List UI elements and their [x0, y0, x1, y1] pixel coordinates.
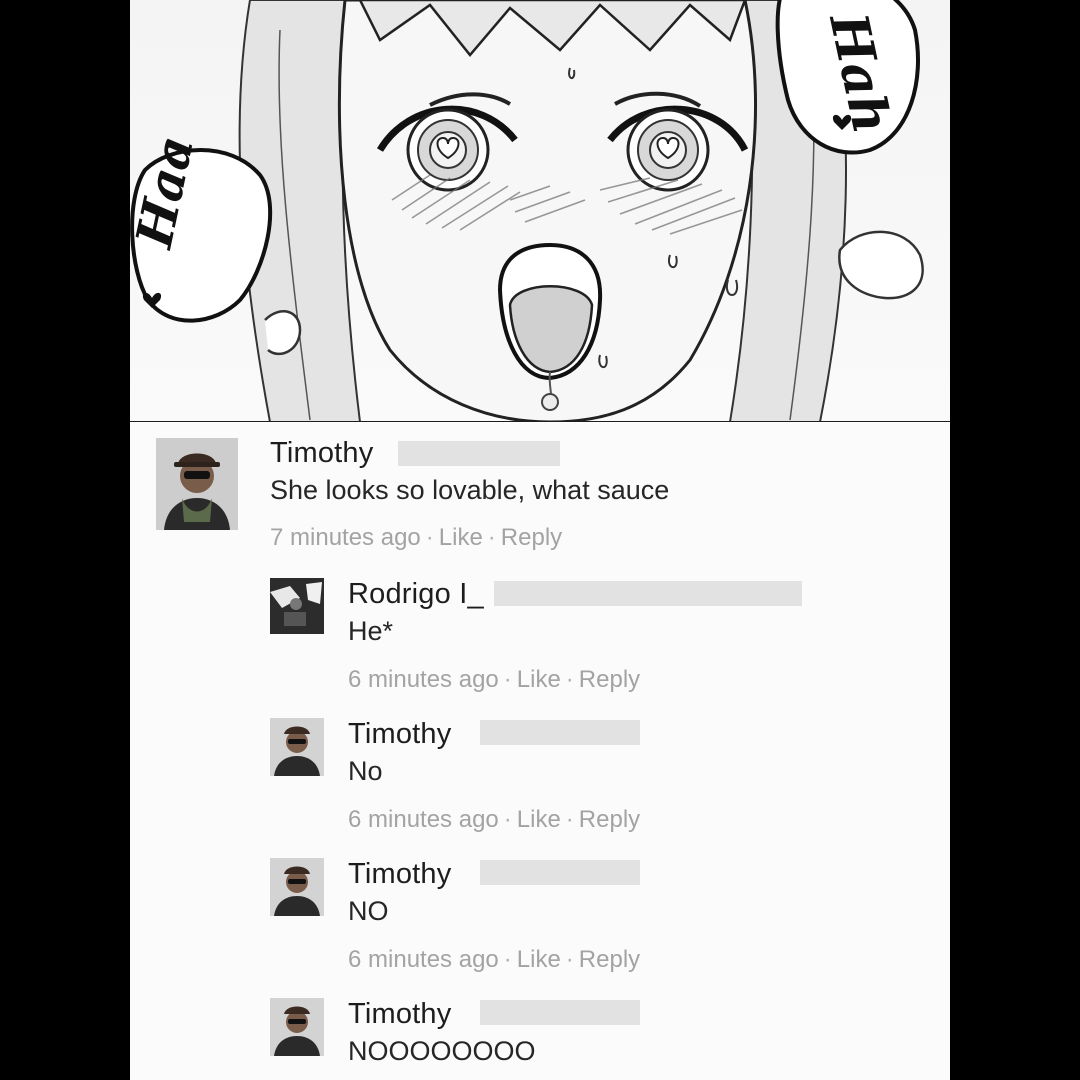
- comment-meta: 7 minutes ago · Like · Reply: [270, 524, 562, 552]
- reply-item: Timothy NO 6 minutes ago · Like · Reply: [130, 848, 950, 988]
- comment-body: No: [348, 756, 383, 786]
- comment-author[interactable]: Timothy: [348, 858, 451, 891]
- reply-link[interactable]: Reply: [579, 666, 640, 693]
- comment-author[interactable]: Rodrigo I_: [348, 578, 484, 611]
- dark-photo-icon: [270, 578, 324, 634]
- like-link[interactable]: Like: [517, 946, 561, 973]
- avatar[interactable]: [270, 998, 324, 1056]
- comment-time[interactable]: 6 minutes ago: [348, 666, 499, 693]
- panel-divider: [130, 421, 950, 422]
- redacted-surname: [480, 1000, 640, 1025]
- comment-body: NO: [348, 896, 389, 926]
- meme-frame: Haa Hah Timothy She looks so lovable, wh…: [130, 0, 950, 1080]
- comment-body: NOOOOOOOO: [348, 1036, 536, 1066]
- reply-item: Timothy NOOOOOOOO: [130, 988, 950, 1080]
- avatar[interactable]: [156, 438, 238, 530]
- reply-item: Timothy No 6 minutes ago · Like · Reply: [130, 708, 950, 848]
- comment-author[interactable]: Timothy: [270, 437, 373, 470]
- redacted-surname: [480, 720, 640, 745]
- person-sunglasses-scarf-icon: [156, 438, 238, 530]
- reply-link[interactable]: Reply: [579, 806, 640, 833]
- comment-thread: Timothy She looks so lovable, what sauce…: [130, 423, 950, 1080]
- separator-dot: ·: [565, 806, 574, 833]
- comment-meta: 6 minutes ago · Like · Reply: [348, 806, 640, 834]
- redacted-surname: [480, 860, 640, 885]
- comment-item: Timothy She looks so lovable, what sauce…: [130, 423, 950, 563]
- person-sunglasses-scarf-icon: [270, 858, 324, 916]
- avatar[interactable]: [270, 718, 324, 776]
- separator-dot: ·: [487, 524, 496, 551]
- separator-dot: ·: [425, 524, 434, 551]
- comment-meta: 6 minutes ago · Like · Reply: [348, 946, 640, 974]
- separator-dot: ·: [565, 946, 574, 973]
- separator-dot: ·: [503, 946, 512, 973]
- anime-girl-illustration: Haa Hah: [130, 0, 924, 422]
- comment-time[interactable]: 7 minutes ago: [270, 524, 421, 551]
- person-sunglasses-scarf-icon: [270, 998, 324, 1056]
- separator-dot: ·: [565, 666, 574, 693]
- comment-time[interactable]: 6 minutes ago: [348, 806, 499, 833]
- comment-time[interactable]: 6 minutes ago: [348, 946, 499, 973]
- like-link[interactable]: Like: [517, 806, 561, 833]
- person-sunglasses-scarf-icon: [270, 718, 324, 776]
- redacted-surname: [398, 441, 560, 466]
- reply-item: Rodrigo I_ He* 6 minutes ago · Like · Reply: [130, 568, 950, 708]
- reply-link[interactable]: Reply: [501, 524, 562, 551]
- like-link[interactable]: Like: [439, 524, 483, 551]
- comment-meta: 6 minutes ago · Like · Reply: [348, 666, 640, 694]
- like-link[interactable]: Like: [517, 666, 561, 693]
- comment-body: He*: [348, 616, 394, 646]
- redacted-surname: [494, 581, 802, 606]
- comment-author[interactable]: Timothy: [348, 998, 451, 1031]
- separator-dot: ·: [503, 666, 512, 693]
- avatar[interactable]: [270, 578, 324, 634]
- comment-body: She looks so lovable, what sauce: [270, 475, 670, 505]
- reply-link[interactable]: Reply: [579, 946, 640, 973]
- manga-panel-image: Haa Hah: [130, 0, 950, 422]
- avatar[interactable]: [270, 858, 324, 916]
- comment-author[interactable]: Timothy: [348, 718, 451, 751]
- separator-dot: ·: [503, 806, 512, 833]
